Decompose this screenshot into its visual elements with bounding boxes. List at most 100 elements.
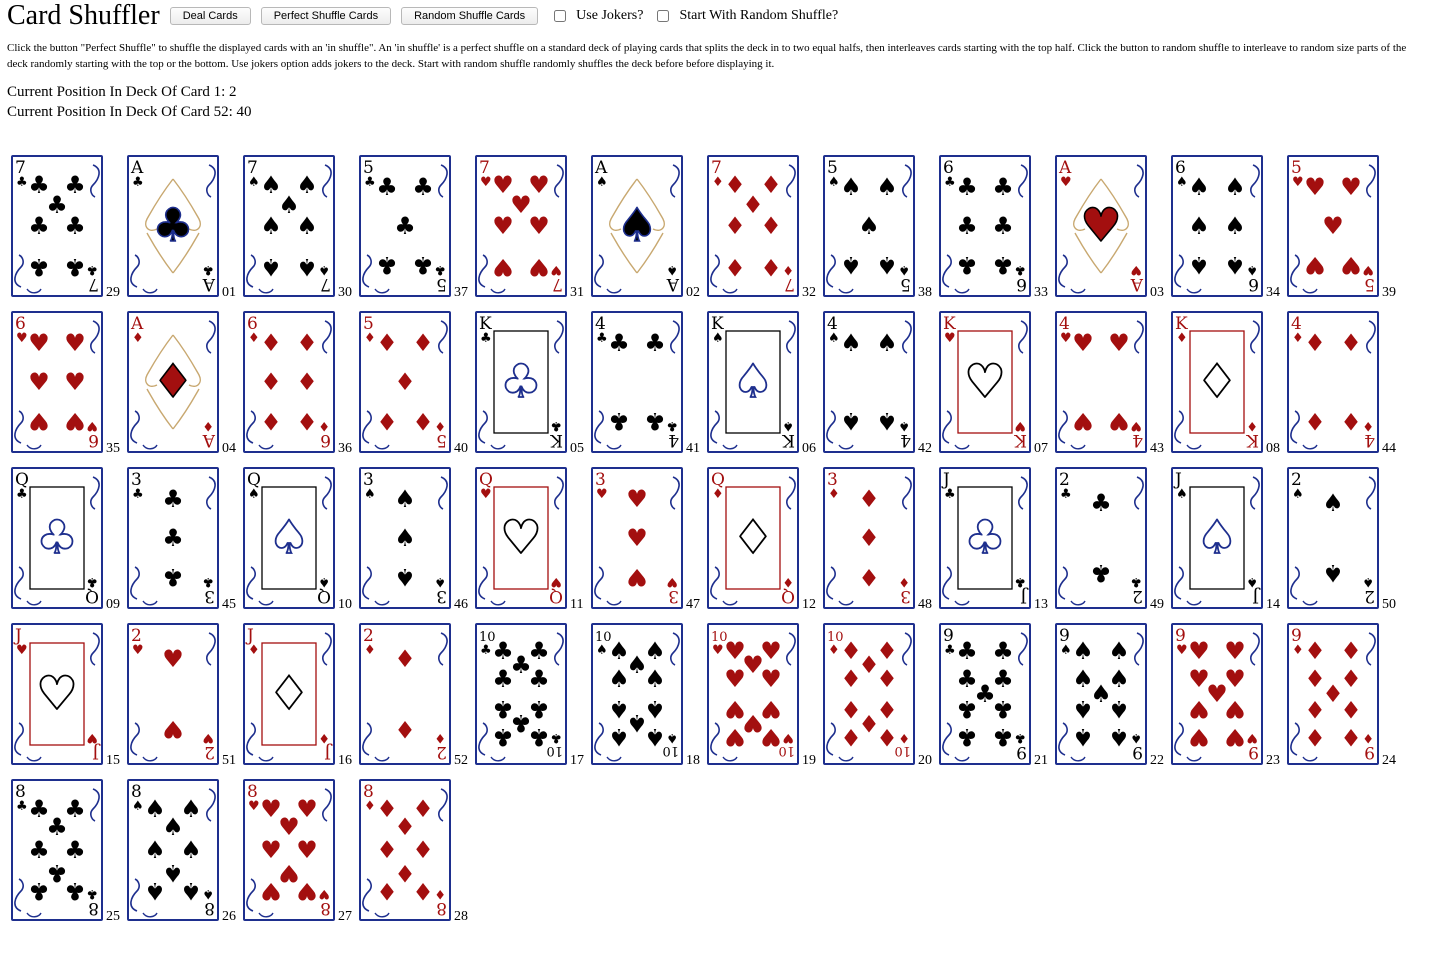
heart-pip: ♥ bbox=[1224, 723, 1246, 751]
club-pip: ♣ bbox=[644, 407, 666, 435]
diamond-pip: ♦ bbox=[296, 329, 318, 357]
card-number-label: 32 bbox=[802, 285, 816, 300]
card-slot: 4 ♦ 4 ♦ ♦ ♦ ♦ ♦ 44 bbox=[1287, 311, 1403, 467]
card-52-position: Current Position In Deck Of Card 52: 40 bbox=[7, 104, 252, 120]
card-suit-index: ♥ bbox=[596, 487, 608, 502]
card-suit-index: ♣ bbox=[1014, 730, 1026, 745]
corner-swirl bbox=[554, 632, 564, 666]
playing-card-2-of-spades: 2 ♠ 2 ♠ ♠ ♠ bbox=[1287, 467, 1379, 609]
corner-swirl bbox=[954, 756, 970, 762]
corner-swirl bbox=[478, 254, 488, 288]
card-suit-index: ♥ bbox=[132, 643, 144, 658]
corner-swirl bbox=[246, 410, 256, 444]
random-start-label: Start With Random Shuffle? bbox=[679, 8, 839, 23]
spade-pip: ♠ bbox=[1224, 173, 1246, 201]
corner-swirl bbox=[838, 756, 854, 762]
playing-card-9-of-spades: 9 ♠ 9 ♠ ♠ ♠ ♠ ♠ ♠ ♠ ♠ ♠ ♠ bbox=[1055, 623, 1147, 765]
corner-swirl bbox=[594, 410, 604, 444]
diamond-pip: ♦ bbox=[840, 723, 862, 751]
heart-pip: ♥ bbox=[1108, 329, 1130, 357]
diamond-pip: ♦ bbox=[412, 329, 434, 357]
card-slot: 10 ♦ 10 ♦ ♦ ♦ ♦ ♦ ♦ ♦ ♦ ♦ ♦ ♦ 20 bbox=[823, 623, 939, 779]
use-jokers-option[interactable]: Use Jokers? bbox=[548, 8, 643, 24]
card-number-label: 31 bbox=[570, 285, 584, 300]
face-club-emblem: ♣ bbox=[36, 510, 77, 564]
corner-swirl bbox=[554, 164, 564, 198]
corner-swirl bbox=[594, 722, 604, 756]
header: Card Shuffler Deal Cards Perfect Shuffle… bbox=[7, 0, 846, 32]
deal-cards-button[interactable]: Deal Cards bbox=[169, 7, 251, 25]
heart-pip: ♥ bbox=[1108, 407, 1130, 435]
card-suit-index: ♠ bbox=[1060, 643, 1072, 658]
card-suit-index: ♥ bbox=[480, 487, 492, 502]
corner-swirl bbox=[1302, 288, 1318, 294]
card-number-label: 05 bbox=[570, 441, 584, 456]
card-suit-index: ♥ bbox=[550, 574, 562, 589]
card-suit-index: ♠ bbox=[1292, 487, 1304, 502]
corner-swirl bbox=[490, 288, 506, 294]
card-slot: 3 ♠ 3 ♠ ♠ ♠ ♠ 46 bbox=[359, 467, 475, 623]
card-suit-index: ♠ bbox=[828, 175, 840, 190]
spade-pip: ♠ bbox=[1322, 489, 1344, 517]
corner-swirl bbox=[14, 878, 24, 912]
club-pip: ♣ bbox=[956, 637, 978, 665]
corner-swirl bbox=[1018, 476, 1028, 510]
diamond-pip: ♦ bbox=[394, 715, 416, 743]
card-slot: 3 ♥ 3 ♥ ♥ ♥ ♥ 47 bbox=[591, 467, 707, 623]
corner-swirl bbox=[490, 756, 506, 762]
corner-swirl bbox=[374, 600, 390, 606]
corner-swirl bbox=[1174, 410, 1184, 444]
corner-swirl bbox=[142, 444, 158, 450]
random-start-checkbox[interactable] bbox=[657, 10, 670, 22]
card-suit-index: ♥ bbox=[202, 730, 214, 745]
card-number-label: 16 bbox=[338, 753, 352, 768]
club-pip: ♣ bbox=[992, 212, 1014, 240]
random-shuffle-button[interactable]: Random Shuffle Cards bbox=[401, 7, 539, 25]
card-suit-index: ♣ bbox=[1014, 262, 1026, 277]
corner-swirl bbox=[1134, 320, 1144, 354]
corner-swirl bbox=[14, 254, 24, 288]
card-slot: 7 ♥ 7 ♥ ♥ ♥ ♥ ♥ ♥ ♥ ♥ 31 bbox=[475, 155, 591, 311]
card-suit-index: ♣ bbox=[202, 262, 214, 277]
card-suit-index: ♣ bbox=[202, 574, 214, 589]
corner-swirl bbox=[1070, 756, 1086, 762]
corner-swirl bbox=[1018, 320, 1028, 354]
ace-center-club: ♣ bbox=[152, 198, 193, 252]
playing-card-5-of-diamonds: 5 ♦ 5 ♦ ♦ ♦ ♦ ♦ ♦ bbox=[359, 311, 451, 453]
random-start-option[interactable]: Start With Random Shuffle? bbox=[651, 8, 838, 24]
spade-pip: ♠ bbox=[260, 253, 282, 281]
diamond-pip: ♦ bbox=[858, 524, 880, 552]
perfect-shuffle-button[interactable]: Perfect Shuffle Cards bbox=[260, 7, 392, 25]
spade-pip: ♠ bbox=[876, 251, 898, 279]
card-number-label: 12 bbox=[802, 597, 816, 612]
card-suit-index: ♦ bbox=[434, 418, 446, 433]
card-suit-index: ♥ bbox=[1014, 418, 1026, 433]
corner-swirl bbox=[130, 722, 140, 756]
club-pip: ♣ bbox=[1090, 559, 1112, 587]
card-number-label: 17 bbox=[570, 753, 584, 768]
diamond-pip: ♦ bbox=[1304, 723, 1326, 751]
corner-swirl bbox=[606, 756, 622, 762]
card-suit-index: ♥ bbox=[318, 886, 330, 901]
card-slot: J ♣ J ♣ ♣ 13 bbox=[939, 467, 1055, 623]
card-suit-index: ♣ bbox=[944, 175, 956, 190]
card-suit-index: ♠ bbox=[132, 799, 144, 814]
heart-pip: ♥ bbox=[1340, 251, 1362, 279]
corner-swirl bbox=[942, 410, 952, 444]
card-number-label: 40 bbox=[454, 441, 468, 456]
card-suit-index: ♠ bbox=[434, 574, 446, 589]
use-jokers-checkbox[interactable] bbox=[554, 10, 567, 22]
diamond-pip: ♦ bbox=[260, 329, 282, 357]
corner-swirl bbox=[826, 410, 836, 444]
card-slot: K ♣ K ♣ ♣ 05 bbox=[475, 311, 591, 467]
diamond-pip: ♦ bbox=[1340, 723, 1362, 751]
corner-swirl bbox=[1018, 632, 1028, 666]
card-slot: 9 ♠ 9 ♠ ♠ ♠ ♠ ♠ ♠ ♠ ♠ ♠ ♠ 22 bbox=[1055, 623, 1171, 779]
corner-swirl bbox=[1134, 632, 1144, 666]
corner-swirl bbox=[258, 756, 274, 762]
card-number-label: 18 bbox=[686, 753, 700, 768]
card-suit-index: ♦ bbox=[434, 886, 446, 901]
diamond-pip: ♦ bbox=[724, 212, 746, 240]
card-slot: 4 ♠ 4 ♠ ♠ ♠ ♠ ♠ 42 bbox=[823, 311, 939, 467]
corner-swirl bbox=[258, 444, 274, 450]
